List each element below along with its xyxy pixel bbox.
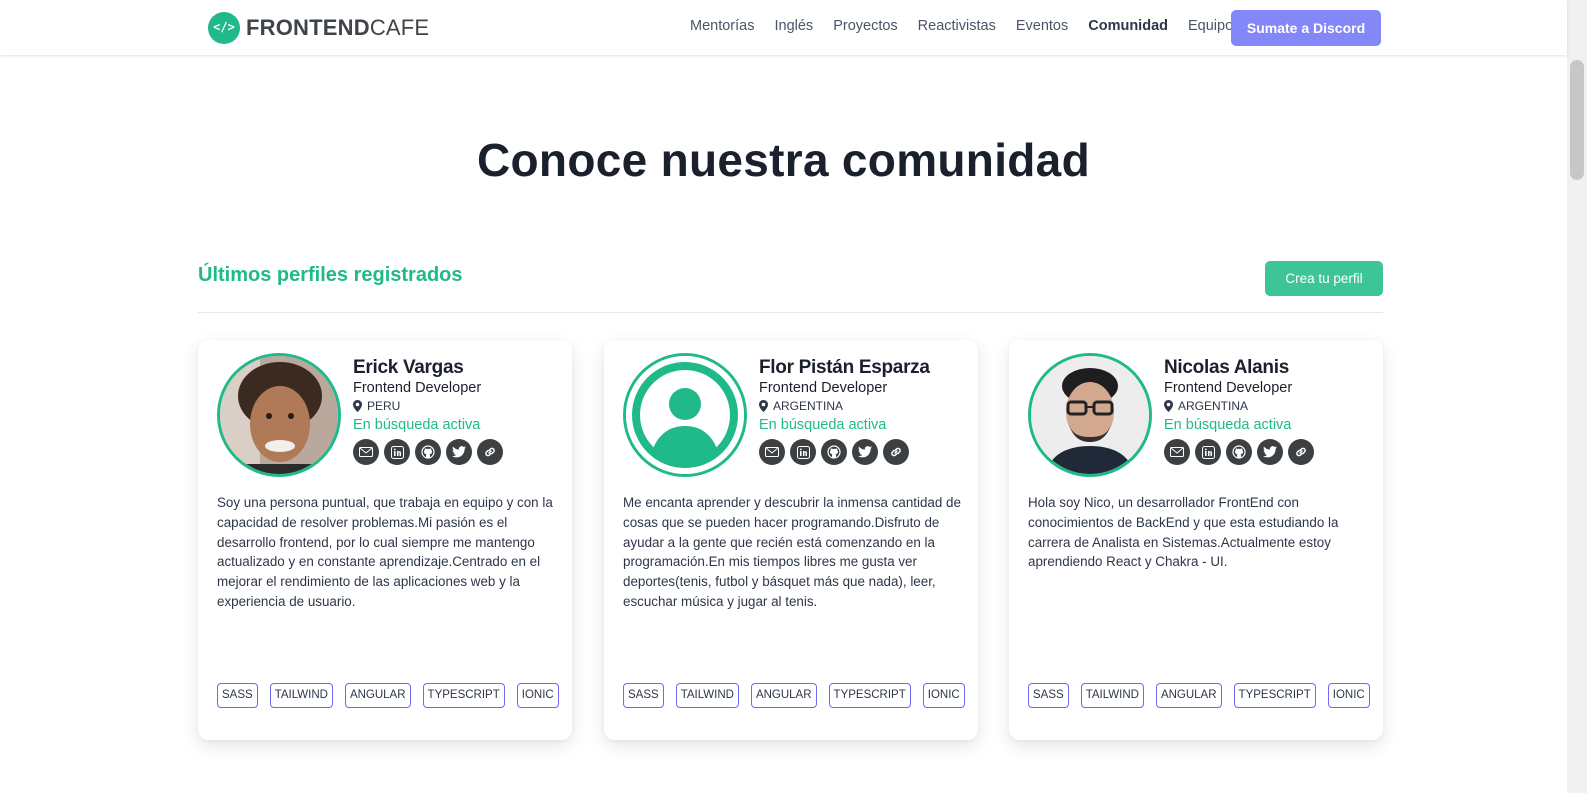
skill-tag: TAILWIND [1080, 683, 1144, 708]
location-pin-icon [759, 400, 768, 412]
social-links [1164, 439, 1314, 465]
profile-bio: Hola soy Nico, un desarrollador FrontEnd… [1028, 495, 1339, 570]
profile-card: Nicolas Alanis Frontend Developer ARGENT… [1009, 340, 1383, 740]
skill-tags: SASS TAILWIND ANGULAR TYPESCRIPT IONIC [217, 683, 559, 708]
avatar [1028, 353, 1152, 477]
nav-item-proyectos[interactable]: Proyectos [833, 18, 897, 34]
social-links [759, 439, 930, 465]
github-icon[interactable] [821, 439, 847, 465]
profile-location: ARGENTINA [759, 399, 930, 413]
profile-name: Erick Vargas [353, 357, 464, 378]
profile-status: En búsqueda activa [1164, 417, 1292, 433]
scrollbar-thumb[interactable] [1570, 60, 1584, 180]
skill-tag: ANGULAR [1155, 683, 1222, 708]
top-navbar: </> FRONTENDCAFE Mentorías Inglés Proyec… [0, 0, 1567, 55]
profile-bio: Me encanta aprender y descubrir la inmen… [623, 495, 961, 609]
email-icon[interactable] [759, 439, 785, 465]
skill-tag: TAILWIND [675, 683, 739, 708]
profile-role: Frontend Developer [759, 380, 888, 396]
skill-tag: SASS [217, 683, 258, 708]
skill-tag: ANGULAR [750, 683, 817, 708]
location-pin-icon [353, 400, 362, 412]
section-title: Últimos perfiles registrados [198, 264, 463, 286]
profile-info: Erick Vargas Frontend Developer PERU En … [353, 357, 503, 465]
cafe-cup-icon: </> [208, 12, 240, 44]
nav-item-equipo[interactable]: Equipo [1188, 18, 1233, 34]
skill-tag: IONIC [1327, 683, 1370, 708]
discord-button[interactable]: Sumate a Discord [1231, 10, 1381, 46]
main-nav: Mentorías Inglés Proyectos Reactivistas … [690, 18, 1253, 34]
profile-location-text: ARGENTINA [1178, 399, 1249, 413]
skill-tag: TAILWIND [269, 683, 333, 708]
profile-info: Nicolas Alanis Frontend Developer ARGENT… [1164, 357, 1314, 465]
twitter-icon[interactable] [446, 439, 472, 465]
linkedin-icon[interactable] [384, 439, 410, 465]
profile-bio: Soy una persona puntual, que trabaja en … [217, 495, 553, 609]
nav-item-mentorias[interactable]: Mentorías [690, 18, 754, 34]
avatar-placeholder [623, 353, 747, 477]
email-icon[interactable] [1164, 439, 1190, 465]
link-icon[interactable] [883, 439, 909, 465]
twitter-icon[interactable] [852, 439, 878, 465]
skill-tag: TYPESCRIPT [828, 683, 911, 708]
profile-name: Nicolas Alanis [1164, 357, 1289, 378]
skill-tag: IONIC [516, 683, 559, 708]
avatar [217, 353, 341, 477]
skill-tag: IONIC [922, 683, 965, 708]
github-icon[interactable] [415, 439, 441, 465]
location-pin-icon [1164, 400, 1173, 412]
skill-tag: SASS [623, 683, 664, 708]
profile-status: En búsqueda activa [759, 417, 887, 433]
nav-item-reactivistas[interactable]: Reactivistas [918, 18, 996, 34]
page-scrollbar[interactable] [1567, 0, 1587, 793]
profile-location-text: ARGENTINA [773, 399, 844, 413]
linkedin-icon[interactable] [1195, 439, 1221, 465]
email-icon[interactable] [353, 439, 379, 465]
github-icon[interactable] [1226, 439, 1252, 465]
skill-tag: ANGULAR [344, 683, 411, 708]
section-divider [198, 312, 1383, 313]
create-profile-button[interactable]: Crea tu perfil [1265, 261, 1383, 296]
linkedin-icon[interactable] [790, 439, 816, 465]
profile-location-text: PERU [367, 399, 401, 413]
profile-role: Frontend Developer [353, 380, 482, 396]
social-links [353, 439, 503, 465]
profile-status: En búsqueda activa [353, 417, 481, 433]
brand-logo[interactable]: </> FRONTENDCAFE [208, 11, 429, 45]
link-icon[interactable] [1288, 439, 1314, 465]
twitter-icon[interactable] [1257, 439, 1283, 465]
profile-card: Erick Vargas Frontend Developer PERU En … [198, 340, 572, 740]
link-icon[interactable] [477, 439, 503, 465]
profile-role: Frontend Developer [1164, 380, 1293, 396]
skill-tags: SASS TAILWIND ANGULAR TYPESCRIPT IONIC [623, 683, 965, 708]
profile-name: Flor Pistán Esparza [759, 357, 930, 378]
profile-location: PERU [353, 399, 503, 413]
nav-item-ingles[interactable]: Inglés [774, 18, 813, 34]
nav-item-eventos[interactable]: Eventos [1016, 18, 1068, 34]
skill-tag: TYPESCRIPT [422, 683, 505, 708]
page-title: Conoce nuestra comunidad [477, 134, 1090, 186]
profile-info: Flor Pistán Esparza Frontend Developer A… [759, 357, 930, 465]
brand-wordmark: FRONTENDCAFE [246, 15, 430, 40]
skill-tag: TYPESCRIPT [1233, 683, 1316, 708]
skill-tag: SASS [1028, 683, 1069, 708]
nav-item-comunidad[interactable]: Comunidad [1088, 18, 1168, 34]
profile-location: ARGENTINA [1164, 399, 1314, 413]
profile-card: Flor Pistán Esparza Frontend Developer A… [604, 340, 978, 740]
skill-tags: SASS TAILWIND ANGULAR TYPESCRIPT IONIC [1028, 683, 1370, 708]
